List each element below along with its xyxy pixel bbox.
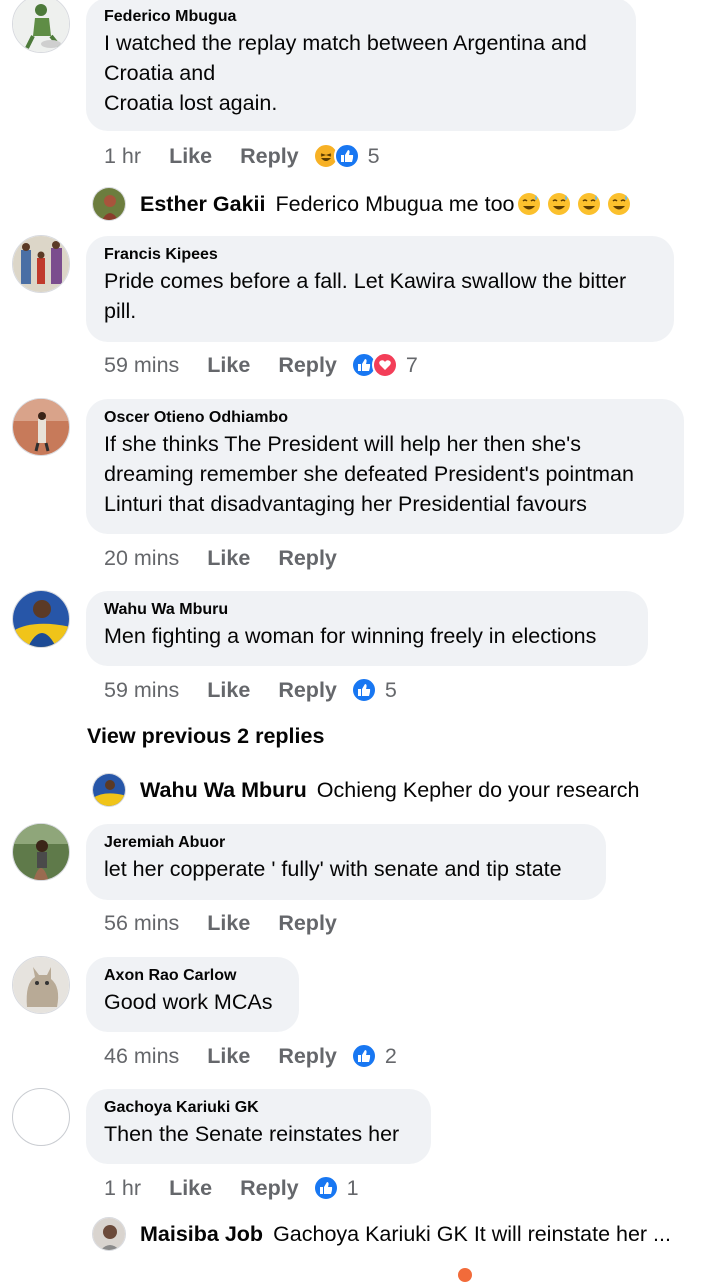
reply-button[interactable]: Reply: [278, 353, 337, 378]
comment-author[interactable]: Francis Kipees: [104, 246, 656, 264]
comment-author[interactable]: Federico Mbugua: [104, 8, 618, 26]
comment-text-line: Croatia lost again.: [104, 91, 278, 115]
comment-text-line: dreaming remember she defeated President…: [104, 462, 634, 486]
comment-author[interactable]: Axon Rao Carlow: [104, 967, 281, 985]
avatar[interactable]: [12, 956, 70, 1014]
reaction-summary[interactable]: 1: [312, 1175, 359, 1201]
comment-bubble: Gachoya Kariuki GK Then the Senate reins…: [86, 1089, 431, 1164]
like-button[interactable]: Like: [207, 353, 250, 378]
comment-actions: 56 mins Like Reply: [104, 908, 337, 938]
comment-author[interactable]: Oscer Otieno Odhiambo: [104, 409, 666, 427]
comment-actions: 59 mins Like Reply 5: [104, 675, 397, 705]
reaction-count: 5: [384, 677, 397, 702]
reply-text: Federico Mbugua me too: [275, 191, 515, 216]
reply-button[interactable]: Reply: [240, 144, 299, 169]
comment-time[interactable]: 59 mins: [104, 353, 179, 378]
comment-bubble: Francis Kipees Pride comes before a fall…: [86, 236, 674, 342]
like-reaction-icon: [312, 1175, 339, 1201]
avatar[interactable]: [12, 235, 70, 293]
reply-button[interactable]: Reply: [278, 678, 337, 703]
view-previous-replies-link[interactable]: View previous 2 replies: [87, 724, 324, 749]
comment-time[interactable]: 46 mins: [104, 1044, 179, 1069]
like-button[interactable]: Like: [207, 678, 250, 703]
comment-actions: 46 mins Like Reply 2: [104, 1041, 397, 1071]
reaction-count: 7: [405, 352, 418, 377]
comment-actions: 1 hr Like Reply 5: [104, 141, 380, 171]
comment-actions: 59 mins Like Reply 7: [104, 350, 418, 380]
avatar[interactable]: [92, 187, 126, 221]
reaction-count: 2: [384, 1043, 397, 1068]
comment-text-line: I watched the replay match between Argen…: [104, 31, 587, 55]
partial-reaction-icon: [458, 1268, 472, 1282]
comment-bubble: Jeremiah Abuor let her copperate ' fully…: [86, 824, 606, 900]
avatar[interactable]: [12, 823, 70, 881]
like-reaction-icon: [350, 1043, 377, 1069]
reply-preview[interactable]: Maisiba Job Gachoya Kariuki GK It will r…: [92, 1216, 671, 1252]
comment-text-line: Pride comes before a fall. Let Kawira sw…: [104, 269, 627, 293]
reply-author[interactable]: Esther Gakii: [140, 192, 265, 217]
avatar[interactable]: [12, 398, 70, 456]
comment-author[interactable]: Jeremiah Abuor: [104, 834, 588, 852]
avatar[interactable]: [12, 0, 70, 53]
comment-text-line: let her copperate ' fully' with senate a…: [104, 857, 562, 881]
like-reaction-icon: [350, 677, 377, 703]
love-reaction-icon: [371, 352, 398, 378]
reply-author[interactable]: Maisiba Job: [140, 1222, 263, 1247]
comment-time[interactable]: 56 mins: [104, 911, 179, 936]
avatar[interactable]: [92, 773, 126, 807]
reaction-summary[interactable]: 5: [350, 677, 397, 703]
reply-button[interactable]: Reply: [278, 1044, 337, 1069]
reaction-summary[interactable]: 2: [350, 1043, 397, 1069]
comment-text-line: If she thinks The President will help he…: [104, 432, 581, 456]
like-button[interactable]: Like: [207, 911, 250, 936]
comment-time[interactable]: 1 hr: [104, 144, 141, 169]
comment-text-line: Men fighting a woman for winning freely …: [104, 624, 597, 648]
comment-author[interactable]: Gachoya Kariuki GK: [104, 1099, 413, 1117]
reply-button[interactable]: Reply: [278, 911, 337, 936]
reaction-count: 1: [346, 1175, 359, 1200]
like-reaction-icon: [333, 143, 360, 169]
like-button[interactable]: Like: [169, 144, 212, 169]
comment-time[interactable]: 20 mins: [104, 546, 179, 571]
comment-actions: 1 hr Like Reply 1: [104, 1173, 359, 1203]
reply-text: Ochieng Kepher do your research: [316, 777, 640, 802]
reaction-count: 5: [367, 143, 380, 168]
reply-button[interactable]: Reply: [278, 546, 337, 571]
comment-bubble: Federico Mbugua I watched the replay mat…: [86, 0, 636, 131]
comment-text-line: Good work MCAs: [104, 990, 273, 1014]
like-button[interactable]: Like: [169, 1176, 212, 1201]
comment-bubble: Oscer Otieno Odhiambo If she thinks The …: [86, 399, 684, 534]
comment-author[interactable]: Wahu Wa Mburu: [104, 601, 630, 619]
reply-author[interactable]: Wahu Wa Mburu: [140, 778, 307, 803]
avatar[interactable]: [92, 1217, 126, 1251]
comment-actions: 20 mins Like Reply: [104, 543, 337, 573]
like-button[interactable]: Like: [207, 546, 250, 571]
grinning-sweat-emoji: [517, 192, 631, 216]
avatar[interactable]: [12, 590, 70, 648]
comment-bubble: Axon Rao Carlow Good work MCAs: [86, 957, 299, 1032]
reply-text: Gachoya Kariuki GK It will reinstate her…: [273, 1221, 671, 1246]
comment-text-line: Linturi that disadvantaging her Presiden…: [104, 492, 587, 516]
comment-time[interactable]: 1 hr: [104, 1176, 141, 1201]
reaction-summary[interactable]: 7: [350, 352, 418, 378]
comment-time[interactable]: 59 mins: [104, 678, 179, 703]
reply-preview[interactable]: Esther Gakii Federico Mbugua me too: [92, 186, 631, 222]
comment-bubble: Wahu Wa Mburu Men fighting a woman for w…: [86, 591, 648, 666]
comment-text-line: Croatia and: [104, 61, 216, 85]
like-button[interactable]: Like: [207, 1044, 250, 1069]
reply-preview[interactable]: Wahu Wa Mburu Ochieng Kepher do your res…: [92, 772, 640, 808]
comment-text-line: Then the Senate reinstates her: [104, 1122, 400, 1146]
avatar[interactable]: [12, 1088, 70, 1146]
reaction-summary[interactable]: 5: [312, 143, 380, 169]
comment-text-line: pill.: [104, 299, 137, 323]
reply-button[interactable]: Reply: [240, 1176, 299, 1201]
